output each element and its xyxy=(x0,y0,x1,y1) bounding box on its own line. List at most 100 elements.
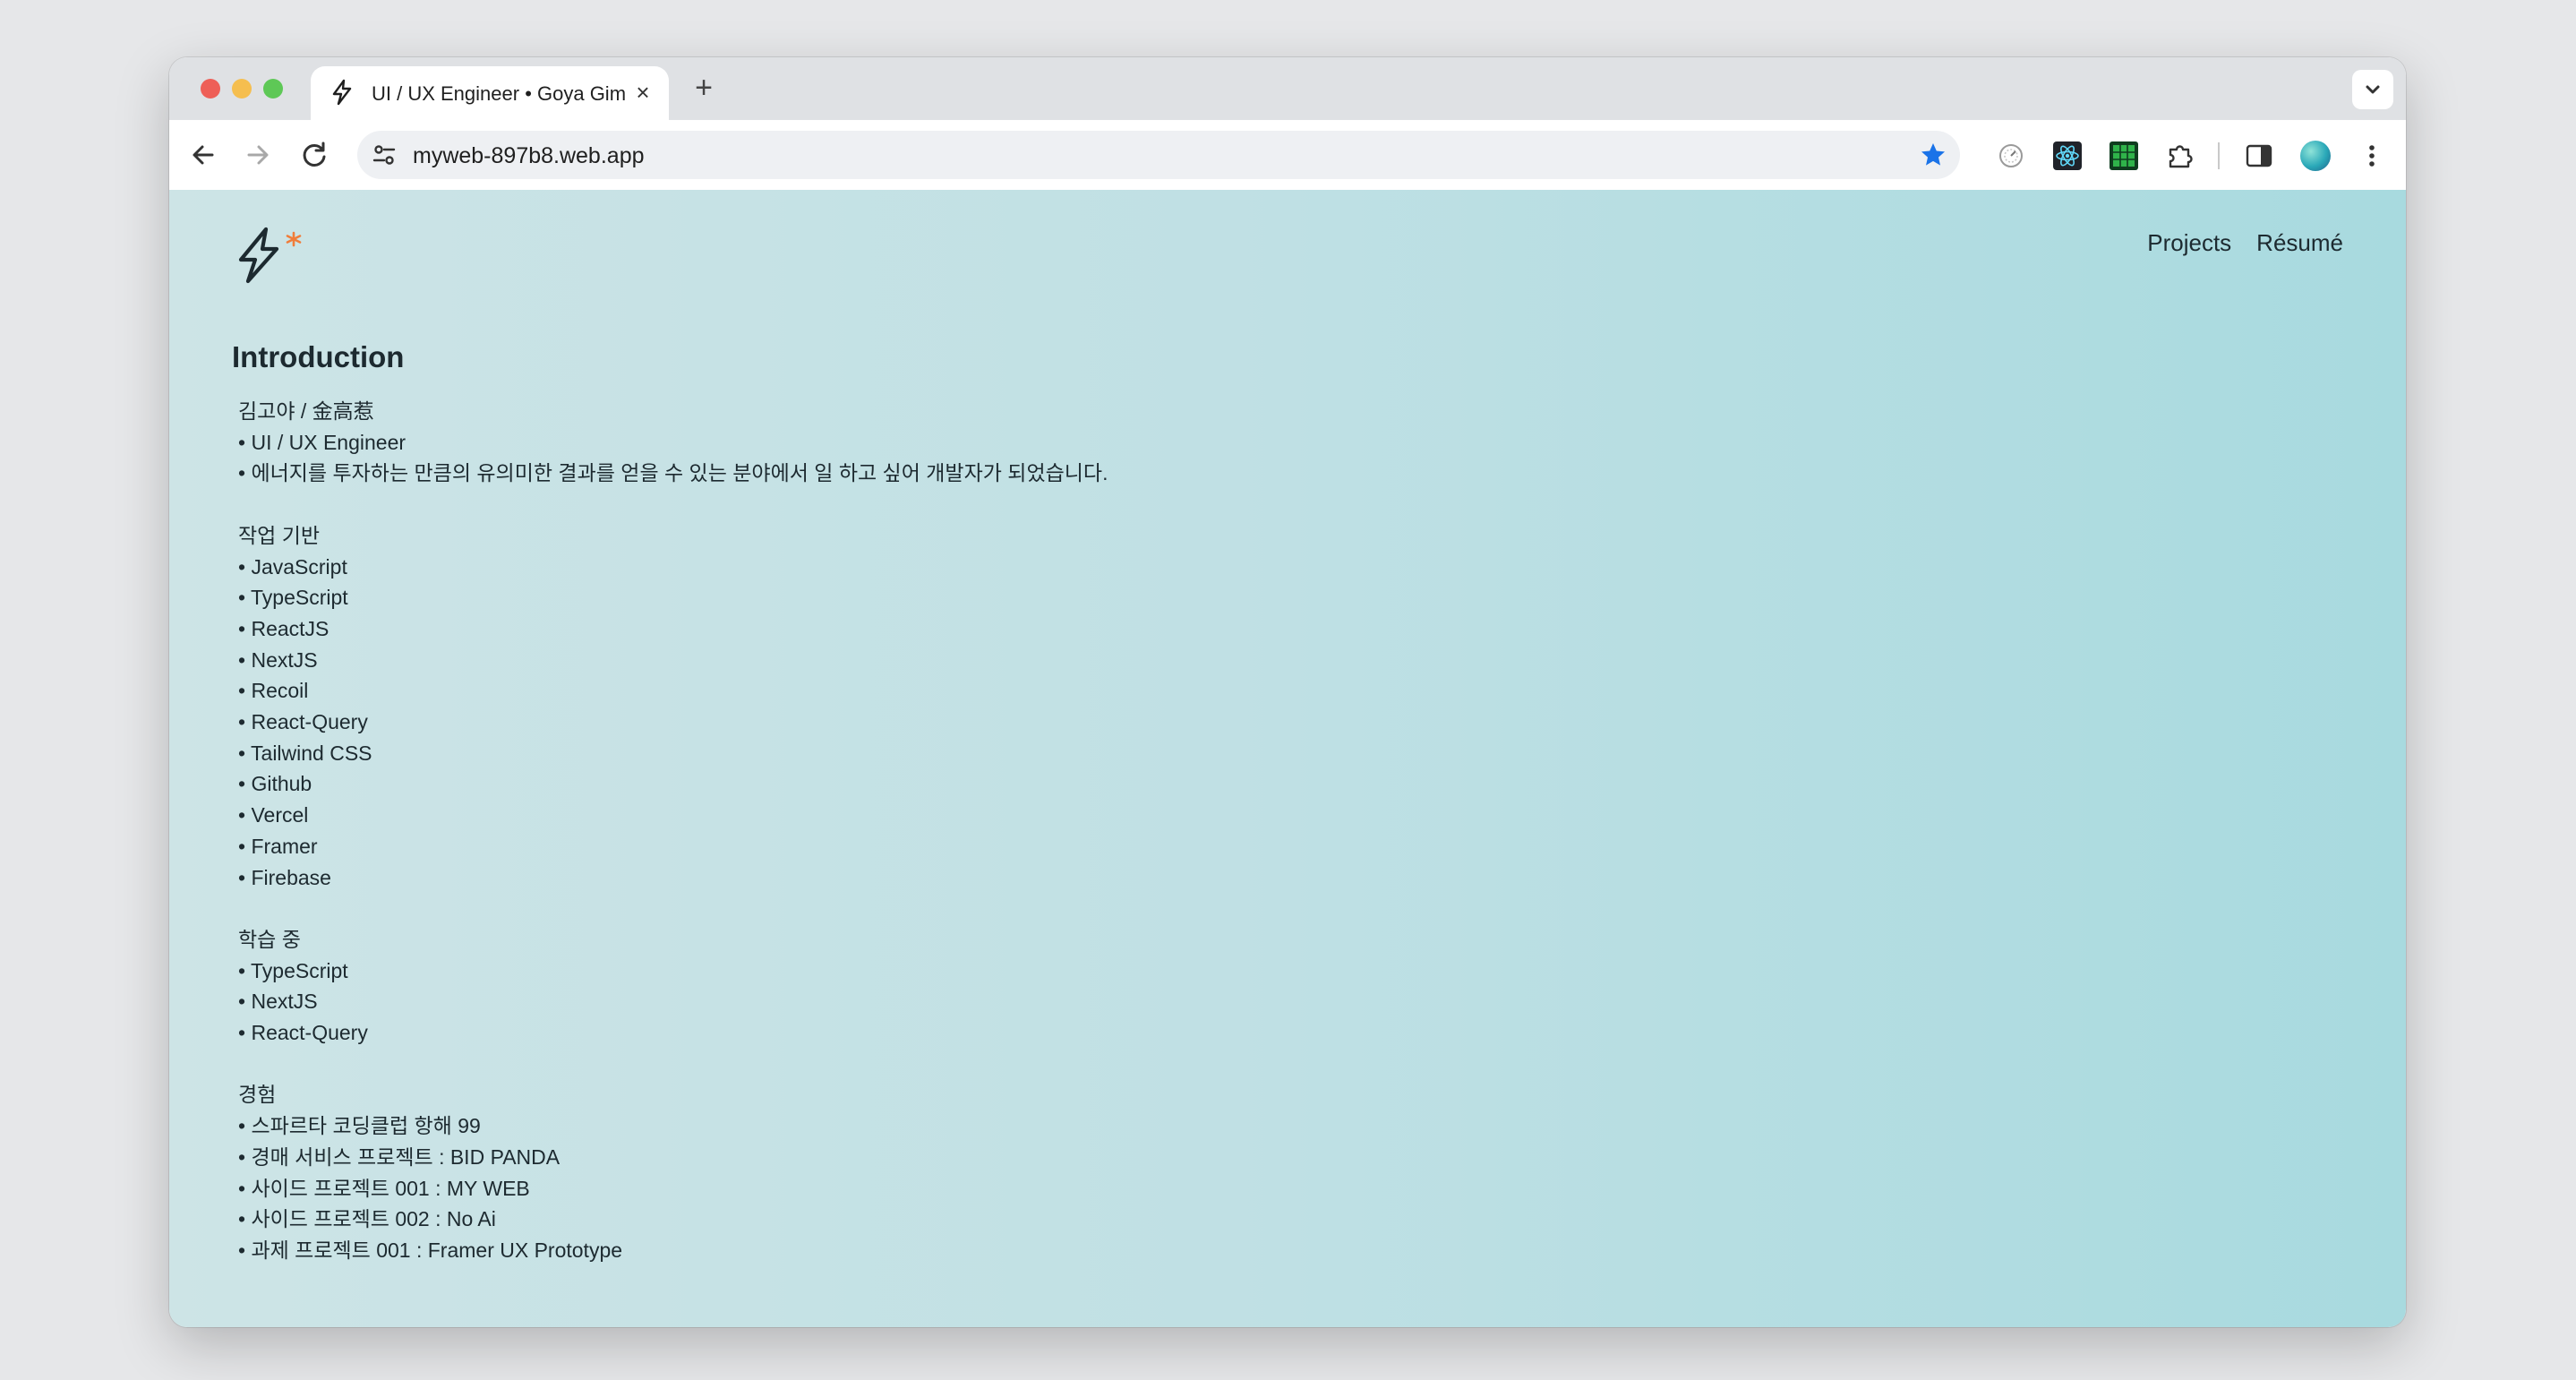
browser-toolbar: myweb-897b8.web.app xyxy=(169,120,2406,191)
bullet-icon: • xyxy=(238,679,252,703)
list-item-text: React-Query xyxy=(251,1021,368,1045)
list-item: • React-Query xyxy=(238,707,1108,738)
bullet-icon: • xyxy=(238,1114,252,1138)
bullet-icon: • xyxy=(238,430,252,454)
list-item-text: Framer xyxy=(251,834,318,858)
list-item: • ReactJS xyxy=(238,613,1108,645)
bullet-icon: • xyxy=(238,990,252,1014)
avatar[interactable] xyxy=(2300,141,2331,171)
list-item-text: 경매 서비스 프로젝트 : BID PANDA xyxy=(251,1144,561,1169)
list-item: • 스파르타 코딩클럽 항해 99 xyxy=(238,1110,1108,1142)
list-item-text: Github xyxy=(251,772,312,796)
tab-close-icon[interactable]: × xyxy=(631,81,655,104)
list-item-text: NextJS xyxy=(251,990,318,1014)
list-item: • 과제 프로젝트 001 : Framer UX Prototype xyxy=(238,1235,1108,1266)
list-item-text: Recoil xyxy=(251,679,309,703)
new-tab-button[interactable]: + xyxy=(689,73,719,104)
list-item-text: Vercel xyxy=(251,803,309,827)
close-window-button[interactable] xyxy=(201,79,220,99)
bullet-icon: • xyxy=(238,865,252,889)
list-item: • NextJS xyxy=(238,986,1108,1017)
bullet-icon: • xyxy=(238,1238,252,1262)
list-item: • JavaScript xyxy=(238,552,1108,583)
list-item-text: UI / UX Engineer xyxy=(251,430,407,454)
list-item: • Firebase xyxy=(238,862,1108,894)
bullet-icon: • xyxy=(238,834,252,858)
list-item-text: React-Query xyxy=(251,710,368,734)
back-arrow-icon[interactable] xyxy=(185,137,221,173)
list-item: • 경매 서비스 프로젝트 : BID PANDA xyxy=(238,1142,1108,1173)
more-vertical-icon[interactable] xyxy=(2357,141,2387,171)
nav-resume-link[interactable]: Résumé xyxy=(2256,229,2343,257)
list-item-text: 사이드 프로젝트 002 : No Ai xyxy=(251,1207,496,1231)
bullet-icon: • xyxy=(238,554,252,579)
reload-icon[interactable] xyxy=(296,137,332,173)
list-item-text: TypeScript xyxy=(251,586,348,610)
minimize-window-button[interactable] xyxy=(232,79,252,99)
browser-tab[interactable]: UI / UX Engineer • Goya Gim × xyxy=(311,66,669,120)
list-item: • TypeScript xyxy=(238,582,1108,613)
list-item-text: Tailwind CSS xyxy=(251,741,372,765)
list-item-text: 에너지를 투자하는 만큼의 유의미한 결과를 얻을 수 있는 분야에서 일 하고… xyxy=(251,461,1108,485)
intro-section: 경험 • 스파르타 코딩클럽 항해 99 • 경매 서비스 프로젝트 : BID P… xyxy=(238,1079,1108,1265)
intro-section: 작업 기반 • JavaScript • TypeScript • ReactJS • … xyxy=(238,520,1108,893)
list-item: • Tailwind CSS xyxy=(238,738,1108,769)
bullet-icon: • xyxy=(238,647,252,672)
extension-clock-icon[interactable] xyxy=(1996,141,2026,171)
address-bar[interactable]: myweb-897b8.web.app xyxy=(357,131,1960,179)
bullet-icon: • xyxy=(238,958,252,982)
list-item-text: 사이드 프로젝트 001 : MY WEB xyxy=(251,1176,530,1200)
page-title: Introduction xyxy=(232,340,405,373)
list-item-text: JavaScript xyxy=(251,554,347,579)
tab-title: UI / UX Engineer • Goya Gim xyxy=(372,82,627,105)
puzzle-piece-icon[interactable] xyxy=(2165,141,2195,171)
list-item-text: TypeScript xyxy=(251,958,348,982)
page-content: Projects Résumé Introduction 김고야 / 金高惹 • … xyxy=(169,190,2406,1327)
bullet-icon: • xyxy=(238,803,252,827)
list-item: • 사이드 프로젝트 001 : MY WEB xyxy=(238,1173,1108,1204)
list-item-text: ReactJS xyxy=(251,616,329,640)
list-item: • NextJS xyxy=(238,645,1108,676)
star-icon[interactable] xyxy=(1919,141,1947,169)
react-devtools-icon[interactable] xyxy=(2052,141,2083,171)
section-title: 작업 기반 xyxy=(238,523,321,547)
site-info-icon[interactable] xyxy=(368,139,400,171)
section-title: 김고야 / 金高惹 xyxy=(238,399,374,423)
tab-search-button[interactable] xyxy=(2352,70,2393,109)
maximize-window-button[interactable] xyxy=(263,79,283,99)
toolbar-divider xyxy=(2218,142,2220,169)
spreadsheet-extension-icon[interactable] xyxy=(2109,141,2139,171)
list-item: • 사이드 프로젝트 002 : No Ai xyxy=(238,1204,1108,1235)
side-panel-icon[interactable] xyxy=(2244,141,2274,171)
tab-strip: UI / UX Engineer • Goya Gim × + xyxy=(169,57,2406,120)
asterisk-icon xyxy=(286,231,302,247)
intro-section: 학습 중 • TypeScript • NextJS • React-Query xyxy=(238,924,1108,1049)
lightning-bolt-icon[interactable] xyxy=(232,224,312,287)
list-item: • UI / UX Engineer xyxy=(238,427,1108,459)
bullet-icon: • xyxy=(238,461,252,485)
bullet-icon: • xyxy=(238,772,252,796)
list-item-text: 과제 프로젝트 001 : Framer UX Prototype xyxy=(251,1238,623,1262)
list-item: • React-Query xyxy=(238,1017,1108,1049)
intro-section: 김고야 / 金高惹 • UI / UX Engineer • 에너지를 투자하는 만… xyxy=(238,396,1108,489)
list-item-text: Firebase xyxy=(251,865,331,889)
bullet-icon: • xyxy=(238,1207,252,1231)
section-title: 경험 xyxy=(238,1083,277,1107)
chevron-down-icon xyxy=(2366,85,2380,94)
bullet-icon: • xyxy=(238,710,252,734)
browser-window: UI / UX Engineer • Goya Gim × + myweb-89… xyxy=(169,57,2406,1327)
bullet-icon: • xyxy=(238,586,252,610)
list-item-text: 스파르타 코딩클럽 항해 99 xyxy=(251,1114,481,1138)
introduction-content: 김고야 / 金高惹 • UI / UX Engineer • 에너지를 투자하는 만… xyxy=(238,396,1108,1266)
url-text[interactable]: myweb-897b8.web.app xyxy=(413,143,645,169)
bullet-icon: • xyxy=(238,741,252,765)
bullet-icon: • xyxy=(238,1144,252,1169)
list-item: • Github xyxy=(238,768,1108,800)
lightning-bolt-icon xyxy=(332,79,352,106)
list-item: • Vercel xyxy=(238,800,1108,831)
list-item: • Framer xyxy=(238,831,1108,862)
list-item: • 에너지를 투자하는 만큼의 유의미한 결과를 얻을 수 있는 분야에서 일 … xyxy=(238,458,1108,489)
bullet-icon: • xyxy=(238,1176,252,1200)
nav-projects-link[interactable]: Projects xyxy=(2147,229,2231,257)
forward-arrow-icon[interactable] xyxy=(240,137,276,173)
